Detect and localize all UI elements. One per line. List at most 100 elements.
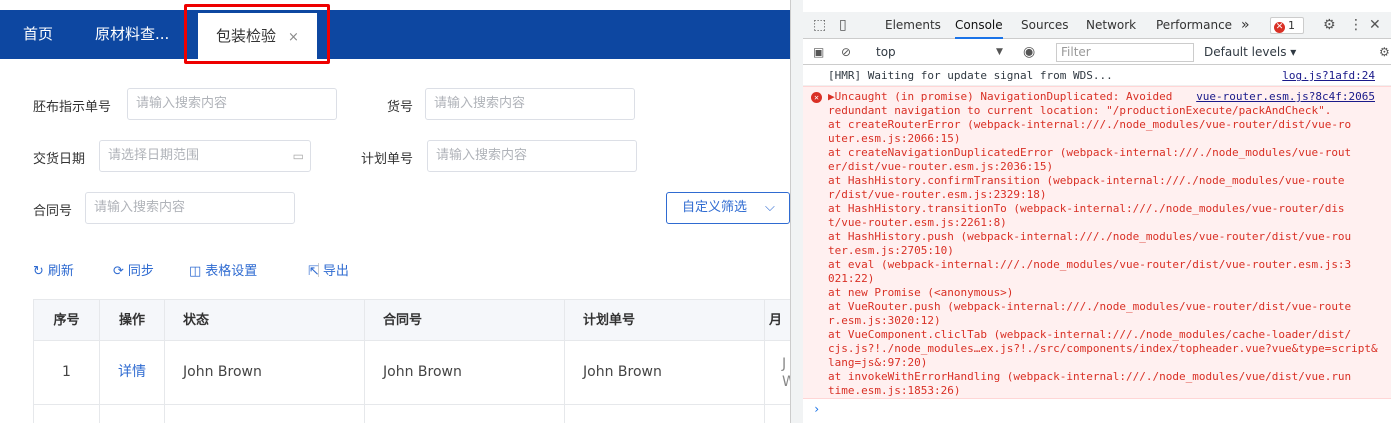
console-output: [HMR] Waiting for update signal from WDS…: [803, 66, 1391, 423]
console-message-info: [HMR] Waiting for update signal from WDS…: [803, 66, 1391, 86]
stack-trace-line: at eval (webpack-internal:///./node_modu…: [828, 258, 1352, 271]
cell-empty: [565, 405, 765, 423]
header-index: 序号: [34, 300, 100, 341]
context-dropdown-icon[interactable]: ▼: [996, 40, 1003, 65]
device-toggle-icon[interactable]: ▯: [839, 12, 847, 39]
data-table: 序号 操作 状态 合同号 计划单号 月 1 详情 John Brown John…: [33, 299, 790, 423]
stack-trace-line: at HashHistory.confirmTransition (webpac…: [828, 174, 1345, 187]
table-header: 序号 操作 状态 合同号 计划单号 月: [34, 299, 790, 341]
stack-trace-line: lang=js&:97:20): [828, 356, 928, 369]
export-icon: ⇱: [308, 264, 319, 279]
error-count-badge[interactable]: ✕ 1: [1270, 17, 1304, 34]
header-action: 操作: [100, 300, 165, 341]
cell-plan: John Brown: [565, 341, 765, 404]
app-root: 首页 原材料查... 包装检验 × 胚布指示单号 请输入搜索内容 货号 请输入搜索…: [0, 0, 1391, 423]
hmr-source-link[interactable]: log.js?1afd:24: [1282, 69, 1375, 83]
devtools-tabbar: ⬚ ▯ Elements Console Sources Network Per…: [803, 12, 1391, 39]
sync-icon: ⟳: [113, 264, 124, 279]
refresh-label: 刷新: [47, 264, 74, 279]
sidebar-toggle-icon[interactable]: ▣: [813, 40, 824, 65]
sync-button[interactable]: ⟳ 同步: [113, 260, 154, 279]
close-icon[interactable]: ✕: [1369, 12, 1381, 39]
stack-trace-line: at HashHistory.push (webpack-internal://…: [828, 230, 1352, 243]
context-selector[interactable]: top: [876, 40, 896, 65]
stack-trace-line: ter.esm.js:2705:10): [828, 244, 954, 257]
toolbar: ↻ 刷新 ⟳ 同步 ◫ 表格设置 ⇱ 导出: [33, 260, 433, 280]
browser-top-strip: [0, 0, 790, 10]
inspect-icon[interactable]: ⬚: [813, 12, 826, 39]
stack-trace-line: er/dist/vue-router.esm.js:2036:15): [828, 160, 1054, 173]
tab-materials[interactable]: 原材料查...: [95, 10, 169, 59]
error-icon: ✕: [811, 92, 822, 103]
details-link[interactable]: 详情: [100, 341, 165, 404]
stack-trace-line: cjs.js?!./node_modules…ex.js?!./src/comp…: [828, 342, 1378, 355]
delivery-date-input[interactable]: 请选择日期范围 ▭: [99, 140, 311, 172]
panel-divider[interactable]: [790, 0, 803, 423]
log-levels-dropdown[interactable]: Default levels ▾: [1204, 40, 1296, 65]
devtools-tab-network[interactable]: Network: [1086, 12, 1136, 39]
dye-order-label: 胚布指示单号: [33, 100, 112, 115]
table-settings-button[interactable]: ◫ 表格设置: [189, 260, 257, 279]
devtools-tab-performance[interactable]: Performance: [1156, 12, 1232, 39]
dye-order-input[interactable]: 请输入搜索内容: [127, 88, 337, 120]
devtools-tab-sources[interactable]: Sources: [1021, 12, 1068, 39]
console-prompt[interactable]: ›: [813, 402, 820, 416]
tab-home[interactable]: 首页: [23, 10, 53, 59]
table-row: [34, 405, 790, 423]
custom-filter-label: 自定义筛选: [682, 200, 748, 215]
console-message-error: ✕ vue-router.esm.js?8c4f:2065 ▶Uncaught …: [803, 86, 1391, 399]
stack-trace-line: at new Promise (<anonymous>): [828, 286, 1014, 299]
cell-extra: JW: [765, 341, 790, 404]
cell-empty: [365, 405, 565, 423]
stack-trace-line: at HashHistory.transitionTo (webpack-int…: [828, 202, 1345, 215]
calendar-icon: ▭: [292, 149, 304, 163]
devtools-tab-elements[interactable]: Elements: [885, 12, 941, 39]
gear-icon[interactable]: ⚙: [1323, 12, 1336, 39]
error-icon: ✕: [1274, 22, 1285, 33]
sync-label: 同步: [127, 264, 154, 279]
delivery-date-placeholder: 请选择日期范围: [108, 148, 200, 163]
header-plan: 计划单号: [565, 300, 765, 341]
export-button[interactable]: ⇱ 导出: [308, 260, 349, 279]
table-settings-label: 表格设置: [205, 264, 258, 279]
error-count: 1: [1288, 19, 1295, 32]
table-row: 1 详情 John Brown John Brown John Brown JW: [34, 341, 790, 405]
delivery-date-label: 交货日期: [33, 152, 86, 167]
stack-trace-line: r/dist/vue-router.esm.js:2329:18): [828, 188, 1047, 201]
stack-trace-line: ▶Uncaught (in promise) NavigationDuplica…: [828, 90, 1173, 103]
refresh-icon: ↻: [33, 264, 44, 279]
stack-trace-line: r.esm.js:3020:12): [828, 314, 941, 327]
cell-empty: [165, 405, 365, 423]
refresh-button[interactable]: ↻ 刷新: [33, 260, 74, 279]
cell-index: 1: [34, 341, 100, 404]
header-contract: 合同号: [365, 300, 565, 341]
contract-no-label: 合同号: [33, 204, 73, 219]
cell-extra-bottom: W: [782, 374, 790, 390]
clear-console-icon[interactable]: ⊘: [841, 40, 851, 65]
custom-filter-button[interactable]: 自定义筛选 ⌵: [666, 192, 790, 224]
stack-trace-line: at VueComponent.cliclTab (webpack-intern…: [828, 328, 1352, 341]
console-filter-input[interactable]: Filter: [1056, 43, 1194, 62]
contract-no-input[interactable]: 请输入搜索内容: [85, 192, 295, 224]
chevron-down-icon: ⌵: [765, 200, 775, 215]
console-settings-icon[interactable]: ⚙: [1379, 40, 1390, 65]
console-toolbar: ▣ ⊘ top ▼ ◉ Filter Default levels ▾ ⚙: [803, 40, 1391, 65]
export-label: 导出: [322, 264, 349, 279]
stack-trace-line: at invokeWithErrorHandling (webpack-inte…: [828, 370, 1352, 383]
kebab-menu-icon[interactable]: ⋮: [1349, 12, 1363, 39]
highlight-box: [184, 4, 330, 64]
stack-trace-line: at VueRouter.push (webpack-internal:///.…: [828, 300, 1352, 313]
cell-empty: [34, 405, 100, 423]
item-no-input[interactable]: 请输入搜索内容: [425, 88, 635, 120]
stack-trace-line: t/vue-router.esm.js:2261:8): [828, 216, 1007, 229]
plan-no-input[interactable]: 请输入搜索内容: [427, 140, 637, 172]
stack-trace-line: at createRouterError (webpack-internal:/…: [828, 118, 1352, 131]
more-tabs-icon[interactable]: »: [1241, 12, 1250, 39]
eye-icon[interactable]: ◉: [1023, 40, 1035, 65]
stack-trace-line: uter.esm.js:2066:15): [828, 132, 961, 145]
devtools-tab-console[interactable]: Console: [955, 12, 1003, 39]
cell-status: John Brown: [165, 341, 365, 404]
stack-trace-line: 021:22): [828, 272, 875, 285]
tab-bar: 首页 原材料查... 包装检验 ×: [0, 10, 790, 59]
error-source-link[interactable]: vue-router.esm.js?8c4f:2065: [1196, 90, 1375, 104]
